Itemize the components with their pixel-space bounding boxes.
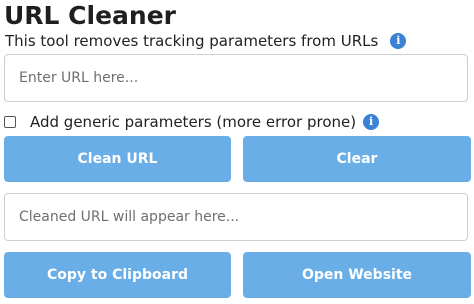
page-subtitle: This tool removes tracking parameters fr… [5, 32, 379, 50]
clean-url-button[interactable]: Clean URL [4, 136, 231, 182]
open-website-button[interactable]: Open Website [243, 252, 471, 298]
cleaned-url-placeholder: Cleaned URL will appear here... [19, 209, 240, 225]
clear-button[interactable]: Clear [243, 136, 471, 182]
generic-parameters-label[interactable]: Add generic parameters (more error prone… [30, 113, 356, 131]
page-title: URL Cleaner [4, 1, 177, 30]
generic-parameters-option: Add generic parameters (more error prone… [4, 112, 380, 132]
url-input[interactable] [4, 54, 468, 102]
info-icon[interactable]: i [363, 114, 380, 130]
subtitle-row: This tool removes tracking parameters fr… [5, 31, 407, 51]
cleaned-url-output[interactable]: Cleaned URL will appear here... [4, 193, 468, 241]
info-icon[interactable]: i [390, 33, 407, 49]
generic-parameters-checkbox[interactable] [4, 116, 16, 128]
copy-to-clipboard-button[interactable]: Copy to Clipboard [4, 252, 231, 298]
